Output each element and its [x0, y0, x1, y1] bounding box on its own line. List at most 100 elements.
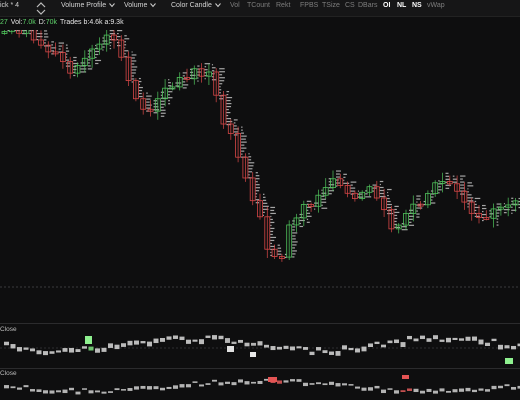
footprint-tick: [73, 59, 77, 62]
footprint-tick: [394, 211, 400, 214]
footprint-tick: [474, 200, 477, 203]
footprint-tick: [219, 92, 221, 94]
footprint-tick: [146, 107, 151, 109]
footprint-tick: [44, 30, 48, 32]
close-block: [127, 388, 133, 391]
footprint-tick: [394, 217, 398, 220]
close-block: [452, 389, 458, 393]
toggle-rekt[interactable]: Rekt: [276, 2, 290, 9]
footprint-tick: [117, 30, 123, 32]
close-block: [387, 388, 393, 390]
footprint-tick: [336, 185, 338, 187]
toggle-oi[interactable]: OI: [383, 2, 390, 9]
footprint-tick: [496, 212, 500, 214]
footprint-tick: [445, 187, 450, 189]
footprint-tick: [248, 159, 252, 161]
footprint-tick: [226, 120, 233, 123]
close-block: [420, 335, 425, 340]
close-block: [173, 385, 178, 389]
close-block: [277, 346, 282, 350]
footprint-tick: [474, 212, 477, 215]
footprint-tick: [379, 192, 385, 195]
footprint-tick: [394, 208, 397, 211]
bar-info: 27 Vol:7.0k D:70k Trades b:4.6k a:9.3k: [0, 19, 127, 29]
footprint-tick: [292, 223, 294, 225]
footprint-tick: [255, 193, 258, 195]
close-block: [361, 387, 367, 391]
close-block: [238, 379, 243, 383]
footprint-tick: [292, 238, 296, 240]
close-block: [114, 344, 120, 350]
footprint-tick: [496, 218, 499, 220]
footprint-tick: [401, 229, 408, 231]
footprint-tick: [263, 199, 267, 201]
footprint-tick: [211, 73, 215, 75]
close-block: [439, 339, 445, 342]
close-block: [244, 342, 250, 347]
footprint-tick: [138, 86, 143, 89]
close-block: [329, 381, 334, 385]
toggle-nl[interactable]: NL: [397, 2, 406, 9]
close-block: [322, 350, 328, 354]
close-block: [504, 345, 510, 349]
footprint-tick: [336, 173, 340, 175]
close-panel-1[interactable]: [0, 324, 520, 368]
footprint-tick: [452, 181, 458, 183]
vol-label: Vol:: [10, 19, 23, 26]
close-block: [407, 388, 412, 391]
toggle-fpbs[interactable]: FPBS: [300, 2, 318, 9]
candle: [60, 44, 71, 69]
footprint-tick: [241, 153, 243, 155]
toggle-vwap[interactable]: vWap: [427, 2, 445, 9]
close-block: [316, 347, 321, 351]
footprint-tick: [138, 80, 142, 83]
footprint-tick: [255, 187, 261, 189]
chart-type-label[interactable]: ick * 4: [0, 2, 19, 9]
close-block: [407, 335, 412, 340]
footprint-tick: [416, 216, 420, 218]
footprint-tick: [160, 94, 163, 96]
footprint-tick: [416, 195, 421, 197]
footprint-tick: [511, 212, 513, 214]
close-block: [413, 338, 419, 342]
chart-type-stepper[interactable]: [35, 0, 47, 17]
footprint-tick: [379, 180, 384, 183]
close-block: [374, 385, 380, 389]
footprint-tick: [168, 79, 170, 81]
footprint-tick: [153, 112, 158, 114]
close-block: [238, 339, 243, 343]
color-candle-dropdown[interactable]: Color Candle: [171, 2, 221, 9]
toggle-dbars[interactable]: DBars: [358, 2, 377, 9]
close-block: [199, 384, 204, 387]
footprint-tick: [430, 202, 436, 204]
footprint-tick: [117, 36, 121, 38]
close-block: [387, 340, 393, 344]
footprint-tick: [73, 56, 77, 59]
footprint-tick: [416, 207, 423, 209]
footprint-tick: [146, 104, 152, 106]
close-block: [69, 387, 74, 391]
close-block: [88, 346, 94, 351]
footprint-tick: [168, 97, 173, 99]
footprint-tick: [270, 239, 275, 242]
close-block: [257, 341, 263, 346]
toggle-tsize[interactable]: TSize: [322, 2, 340, 9]
footprint-tick: [379, 183, 381, 186]
toggle-vol[interactable]: Vol: [230, 2, 240, 9]
footprint-tick: [168, 103, 171, 105]
close-block: [205, 383, 211, 385]
toggle-cs[interactable]: CS: [345, 2, 355, 9]
close-block: [212, 379, 217, 382]
close-block: [472, 389, 477, 393]
footprint-tick: [306, 218, 309, 220]
volume-dropdown[interactable]: Volume: [124, 2, 157, 9]
price-chart[interactable]: [0, 30, 520, 322]
footprint-tick: [467, 194, 472, 196]
volume-profile-dropdown[interactable]: Volume Profile: [61, 2, 116, 9]
toggle-tcount[interactable]: TCount: [247, 2, 270, 9]
toggle-ns[interactable]: NS: [412, 2, 422, 9]
close-panel-2[interactable]: [0, 369, 520, 400]
footprint-tick: [460, 181, 465, 183]
footprint-tick: [292, 256, 295, 258]
close-block: [400, 390, 406, 393]
